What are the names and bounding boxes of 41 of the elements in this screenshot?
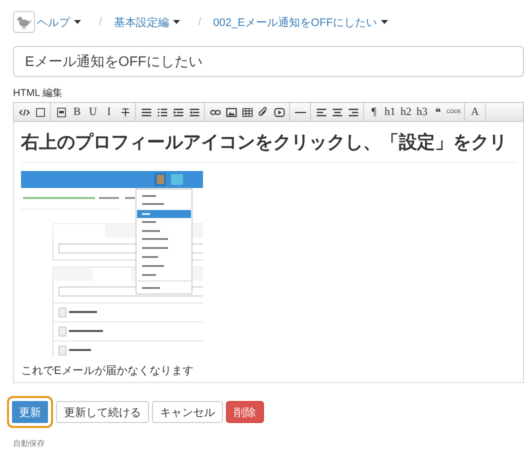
list-icon	[140, 106, 152, 118]
editor-heading: 右上のプロフィールアイコンをクリックし、「設定」をクリ	[21, 130, 516, 163]
caret-icon	[74, 20, 81, 24]
toolbar-button[interactable]: U	[85, 103, 101, 121]
toolbar-button[interactable]: h3	[414, 103, 430, 121]
paperclip-icon	[258, 106, 268, 118]
template-icon	[56, 106, 66, 118]
action-button[interactable]: 削除	[226, 401, 264, 423]
editor-label: HTML 編集	[13, 87, 64, 100]
breadcrumb-separator: /	[198, 16, 202, 28]
align-center-icon	[332, 106, 342, 118]
title-field[interactable]: Eメール通知をOFFにしたい	[13, 46, 524, 77]
toolbar-button[interactable]: I	[101, 103, 117, 121]
align-left-icon	[316, 106, 326, 118]
action-button[interactable]: 更新して続ける	[56, 401, 149, 423]
toolbar-button[interactable]: B	[69, 103, 85, 121]
bird-logo-icon	[13, 11, 35, 33]
toolbar-button[interactable]: A	[467, 103, 483, 121]
image-icon	[226, 106, 236, 118]
code-icon	[18, 106, 30, 118]
caret-icon	[380, 20, 388, 24]
strikethrough-icon	[120, 106, 130, 118]
action-button[interactable]: 更新	[7, 396, 53, 428]
breadcrumb-link[interactable]: 基本設定編	[114, 14, 170, 30]
action-button[interactable]: キャンセル	[152, 401, 223, 423]
autosave-label: 自動保存	[13, 438, 46, 449]
caret-icon	[173, 20, 180, 24]
editor-area[interactable]: 右上のプロフィールアイコンをクリックし、「設定」をクリ これでEメールが届かなくなります	[13, 122, 524, 383]
breadcrumb-link[interactable]: ヘルプ	[37, 14, 70, 30]
align-right-icon	[348, 106, 358, 118]
toolbar-button[interactable]: ❝	[430, 103, 446, 121]
toolbar-button[interactable]: h2	[398, 103, 414, 121]
toolbar-button[interactable]: h1	[382, 103, 398, 121]
numbered-list-icon	[156, 106, 168, 118]
breadcrumb-separator: /	[99, 16, 102, 28]
table-icon	[242, 106, 252, 118]
square-icon	[34, 106, 46, 118]
toolbar-button[interactable]: ¶	[366, 103, 382, 121]
breadcrumb-link[interactable]: 002_Eメール通知をOFFにしたい	[213, 14, 377, 30]
video-icon	[274, 106, 284, 118]
editor-text: これでEメールが届かなくなります	[21, 364, 194, 378]
